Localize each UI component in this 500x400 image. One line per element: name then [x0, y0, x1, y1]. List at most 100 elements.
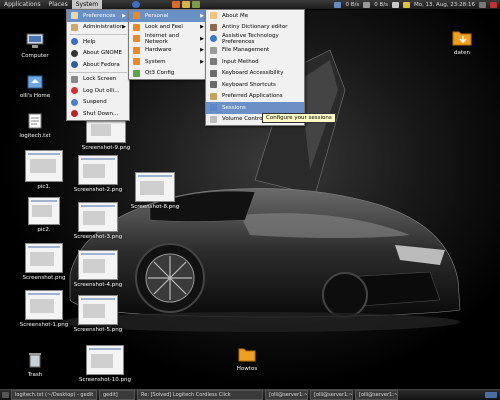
howtos-label: Howtos	[236, 366, 258, 372]
screenshot-5-icon[interactable]: Screenshot-5.png	[68, 295, 128, 333]
system-tray: 0 B/s 0 B/s Mo, 13. Aug, 23:28:16	[334, 0, 500, 9]
screenshot-2-icon[interactable]: Screenshot-2.png	[68, 155, 128, 193]
bottom-panel: logitech.txt (~/Desktop) - gedit gedit] …	[0, 389, 500, 400]
clock[interactable]: Mo, 13. Aug, 23:28:16	[414, 2, 475, 8]
menu-item-about-gnome[interactable]: About GNOME	[67, 48, 129, 60]
menu-item-preferences[interactable]: Preferences ▶	[67, 10, 129, 22]
preferences-submenu: Personal ▶ Look and Feel ▶ Internet and …	[128, 9, 208, 80]
menu-item-log-out[interactable]: Log Out olli...	[67, 85, 129, 97]
menu-item-assistive-technology[interactable]: Assistive Technology Preferences	[206, 33, 304, 45]
logitech-file-icon[interactable]: logitech.txt	[5, 113, 65, 139]
menu-item-qt3-config[interactable]: Qt3 Config	[129, 68, 207, 80]
taskbar-button[interactable]: gedit]	[99, 390, 135, 400]
gnome-foot-icon	[71, 49, 78, 57]
menu-item-look-and-feel[interactable]: Look and Feel ▶	[129, 22, 207, 34]
submenu-arrow-icon: ▶	[200, 35, 204, 42]
pic1-icon[interactable]: pic1.	[14, 150, 74, 190]
menu-item-sessions[interactable]: Sessions	[206, 102, 304, 114]
places-menu[interactable]: Places	[45, 0, 72, 9]
trash-label: Trash	[27, 372, 43, 378]
image-thumbnail	[25, 290, 63, 320]
menu-item-label: Look and Feel	[145, 24, 183, 31]
mail-notify-icon[interactable]	[391, 1, 399, 8]
menu-item-personal[interactable]: Personal ▶	[129, 10, 207, 22]
taskbar-button[interactable]: [olli@server1:~]	[355, 390, 398, 400]
pic2-label: pic2.	[37, 227, 51, 233]
logitech-label: logitech.txt	[19, 133, 51, 139]
logout-icon[interactable]	[490, 1, 497, 8]
menu-item-hardware[interactable]: Hardware ▶	[129, 45, 207, 57]
menu-item-keyboard-accessibility[interactable]: Keyboard Accessibility	[206, 68, 304, 80]
preferred-apps-icon	[210, 92, 217, 100]
screenshot-icon[interactable]: Screenshot.png	[14, 243, 74, 281]
menu-item-internet-and-network[interactable]: Internet and Network ▶	[129, 33, 207, 45]
computer-icon	[26, 33, 44, 48]
menu-item-label: Lock Screen	[83, 76, 117, 83]
volume-icon[interactable]	[402, 1, 410, 8]
image-thumbnail	[78, 295, 118, 325]
computer-desktop-icon[interactable]: Computer	[5, 33, 65, 59]
screenshot-10-icon[interactable]: Screenshot-10.png	[75, 345, 135, 383]
image-thumbnail	[86, 345, 124, 375]
taskbar-button[interactable]: Re: [Solved] Logitech Cordless Click	[137, 390, 263, 400]
menu-item-label: About Me	[222, 12, 249, 19]
menu-item-file-management[interactable]: File Management	[206, 45, 304, 57]
menu-item-administration[interactable]: Administration ▶	[67, 22, 129, 34]
taskbar-button[interactable]: logitech.txt (~/Desktop) - gedit	[11, 390, 97, 400]
menu-item-input-method[interactable]: Input Method	[206, 56, 304, 68]
firefox-launcher-icon[interactable]	[172, 1, 181, 8]
folder-icon	[133, 23, 140, 31]
menu-item-keyboard-shortcuts[interactable]: Keyboard Shortcuts	[206, 79, 304, 91]
personal-submenu: About Me Antiny Dictionary editor Assist…	[205, 9, 305, 126]
screenshot-8-icon[interactable]: Screenshot-8.png	[125, 172, 185, 210]
trash-desktop-icon[interactable]: Trash	[5, 352, 65, 378]
applications-menu[interactable]: Applications	[0, 0, 45, 9]
mail-launcher-icon[interactable]	[182, 1, 191, 8]
menu-item-dictionary-editor[interactable]: Antiny Dictionary editor	[206, 22, 304, 34]
image-thumbnail	[25, 243, 63, 273]
menu-item-label: Assistive Technology Preferences	[222, 32, 279, 45]
personal-folder-icon	[133, 12, 140, 20]
administration-icon	[71, 23, 78, 31]
screenshot-1-icon[interactable]: Screenshot-1.png	[14, 290, 74, 328]
computer-label: Computer	[21, 53, 49, 59]
pic2-icon[interactable]: pic2.	[14, 197, 74, 233]
howtos-folder[interactable]: Howtos	[217, 346, 277, 372]
help-launcher-icon[interactable]	[132, 1, 141, 8]
menu-item-help[interactable]: Help	[67, 36, 129, 48]
menu-item-label: Administration	[83, 24, 124, 31]
menu-item-label: Keyboard Shortcuts	[222, 81, 276, 88]
submenu-arrow-icon: ▶	[200, 24, 204, 31]
dictionary-icon	[210, 23, 217, 31]
screenshot-label: Screenshot-1.png	[19, 322, 69, 328]
taskbar-button[interactable]: [olli@server1:~]	[265, 390, 308, 400]
folder-icon	[452, 31, 472, 46]
text-file-icon	[28, 113, 42, 129]
daten-folder[interactable]: daten	[432, 28, 492, 56]
menu-item-preferred-applications[interactable]: Preferred Applications	[206, 91, 304, 103]
system-menu[interactable]: System	[71, 0, 103, 9]
sessions-tooltip: Configure your sessions	[262, 113, 336, 123]
workspace-switcher-icon[interactable]	[485, 392, 497, 398]
screenshot-label: Screenshot-2.png	[73, 187, 123, 193]
menu-item-system[interactable]: System ▶	[129, 56, 207, 68]
network-monitor-icon	[334, 1, 342, 8]
menu-item-lock-screen[interactable]: Lock Screen	[67, 74, 129, 86]
menu-item-about-fedora[interactable]: About Fedora	[67, 59, 129, 71]
taskbar-button[interactable]: [olli@server1:~]	[310, 390, 353, 400]
folder-icon	[133, 35, 140, 43]
screenshot-3-icon[interactable]: Screenshot-3.png	[68, 202, 128, 240]
screenshot-4-icon[interactable]: Screenshot-4.png	[68, 250, 128, 288]
submenu-arrow-icon: ▶	[122, 12, 126, 19]
menu-item-shut-down[interactable]: Shut Down...	[67, 108, 129, 120]
app-launcher-icon[interactable]	[192, 1, 201, 8]
menu-item-about-me[interactable]: About Me	[206, 10, 304, 22]
show-desktop-icon[interactable]	[2, 392, 9, 398]
network-status-icon[interactable]	[479, 1, 486, 8]
net-down-rate: 0 B/s	[345, 1, 360, 8]
home-desktop-icon[interactable]: olli's Home	[5, 73, 65, 99]
image-thumbnail	[25, 150, 63, 182]
menu-item-suspend[interactable]: Suspend	[67, 97, 129, 109]
input-method-icon	[210, 58, 217, 66]
image-thumbnail	[78, 250, 118, 280]
